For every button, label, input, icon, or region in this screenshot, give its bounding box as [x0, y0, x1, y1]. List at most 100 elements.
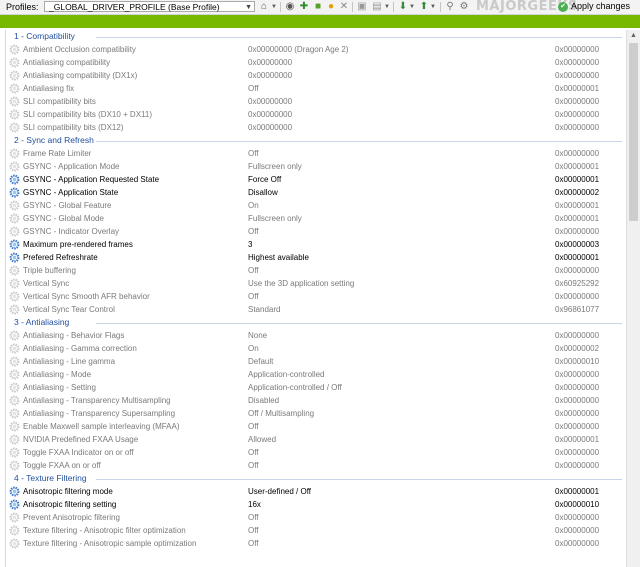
section-header[interactable]: 1 - Compatibility: [6, 30, 626, 43]
setting-row[interactable]: GSYNC - Application Mode Fullscreen only 0…: [6, 160, 626, 173]
setting-value[interactable]: Disallow: [248, 186, 278, 199]
export-dropdown-icon[interactable]: ▼: [408, 1, 416, 13]
setting-row[interactable]: Enable Maxwell sample interleaving (MFAA…: [6, 420, 626, 433]
section-header[interactable]: 3 - Antialiasing: [6, 316, 626, 329]
setting-row[interactable]: Antialiasing - Mode Application-controlle…: [6, 368, 626, 381]
setting-value[interactable]: On: [248, 199, 259, 212]
setting-row[interactable]: Vertical Sync Tear Control Standard 0x9686…: [6, 303, 626, 316]
setting-hex-value: 0x00000000: [555, 227, 600, 236]
setting-row[interactable]: GSYNC - Global Mode Fullscreen only 0x0000…: [6, 212, 626, 225]
settings-list[interactable]: 1 - Compatibility Ambient Occlusion compa…: [5, 30, 626, 567]
scroll-up-icon[interactable]: ▲: [627, 30, 640, 42]
setting-value[interactable]: 3: [248, 238, 252, 251]
setting-value[interactable]: Standard: [248, 303, 280, 316]
home-dropdown-icon[interactable]: ▼: [270, 1, 278, 13]
setting-row[interactable]: Toggle FXAA on or off Off 0x00000000: [6, 459, 626, 472]
setting-row[interactable]: GSYNC - Indicator Overlay Off 0x00000000: [6, 225, 626, 238]
setting-row[interactable]: Antialiasing compatibility 0x00000000 0x00…: [6, 56, 626, 69]
profile-select[interactable]: _GLOBAL_DRIVER_PROFILE (Base Profile) ▼: [44, 1, 255, 12]
section-header[interactable]: 2 - Sync and Refresh: [6, 134, 626, 147]
setting-row[interactable]: Prefered Refreshrate Highest available 0x0…: [6, 251, 626, 264]
setting-value[interactable]: Off: [248, 446, 259, 459]
setting-value[interactable]: Fullscreen only: [248, 160, 302, 173]
setting-value[interactable]: Highest available: [248, 251, 309, 264]
setting-value[interactable]: Application-controlled / Off: [248, 381, 342, 394]
setting-value[interactable]: 0x00000000: [248, 121, 292, 134]
setting-row[interactable]: Antialiasing compatibility (DX1x) 0x00000…: [6, 69, 626, 82]
setting-value[interactable]: Off: [248, 290, 259, 303]
setting-value[interactable]: Off / Multisampling: [248, 407, 314, 420]
setting-value[interactable]: Off: [248, 264, 259, 277]
setting-row[interactable]: Triple buffering Off 0x00000000: [6, 264, 626, 277]
setting-row[interactable]: Ambient Occlusion compatibility 0x0000000…: [6, 43, 626, 56]
setting-row[interactable]: Antialiasing - Gamma correction On 0x00000…: [6, 342, 626, 355]
setting-value[interactable]: User-defined / Off: [248, 485, 311, 498]
setting-value[interactable]: Disabled: [248, 394, 279, 407]
scan-icon[interactable]: ⚙: [458, 1, 470, 13]
scroll-thumb[interactable]: [629, 43, 638, 221]
setting-value[interactable]: Off: [248, 420, 259, 433]
search-icon[interactable]: ⚲: [444, 1, 456, 13]
setting-value[interactable]: 0x00000000 (Dragon Age 2): [248, 43, 349, 56]
setting-value[interactable]: Application-controlled: [248, 368, 325, 381]
setting-value[interactable]: Off: [248, 82, 259, 95]
setting-value[interactable]: Allowed: [248, 433, 276, 446]
setting-row[interactable]: Maximum pre-rendered frames 3 0x00000003: [6, 238, 626, 251]
apply-changes-button[interactable]: ✔ Apply changes: [558, 0, 640, 13]
setting-value[interactable]: None: [248, 329, 267, 342]
setting-row[interactable]: Anisotropic filtering setting 16x 0x000000…: [6, 498, 626, 511]
setting-row[interactable]: Prevent Anisotropic filtering Off 0x000000…: [6, 511, 626, 524]
chevron-down-icon[interactable]: ▼: [245, 2, 252, 13]
settings-icon[interactable]: ▤: [371, 1, 383, 13]
setting-row[interactable]: Texture filtering - Anisotropic sample o…: [6, 537, 626, 550]
vertical-scrollbar[interactable]: ▲: [626, 30, 640, 567]
delete-icon[interactable]: ✕: [338, 1, 350, 13]
setting-value[interactable]: On: [248, 342, 259, 355]
add-profile-icon[interactable]: ■: [312, 1, 324, 13]
setting-value[interactable]: Off: [248, 225, 259, 238]
star-icon[interactable]: ●: [325, 1, 337, 13]
setting-value[interactable]: Force Off: [248, 173, 281, 186]
setting-row[interactable]: Toggle FXAA Indicator on or off Off 0x0000…: [6, 446, 626, 459]
nvidia-icon[interactable]: ◉: [284, 1, 296, 13]
setting-row[interactable]: SLI compatibility bits (DX10 + DX11) 0x00…: [6, 108, 626, 121]
settings-dropdown-icon[interactable]: ▼: [383, 1, 391, 13]
setting-value[interactable]: Off: [248, 537, 259, 550]
setting-value[interactable]: 0x00000000: [248, 69, 292, 82]
setting-row[interactable]: Anisotropic filtering mode User-defined /…: [6, 485, 626, 498]
setting-value[interactable]: 0x00000000: [248, 95, 292, 108]
section-divider: [96, 141, 622, 142]
setting-row[interactable]: Antialiasing - Setting Application-contro…: [6, 381, 626, 394]
setting-row[interactable]: GSYNC - Global Feature On 0x00000001: [6, 199, 626, 212]
setting-row[interactable]: SLI compatibility bits 0x00000000 0x000000…: [6, 95, 626, 108]
setting-value[interactable]: 0x00000000: [248, 56, 292, 69]
setting-row[interactable]: GSYNC - Application Requested State Force…: [6, 173, 626, 186]
setting-row[interactable]: Frame Rate Limiter Off 0x00000000: [6, 147, 626, 160]
setting-row[interactable]: Antialiasing fix Off 0x00000001: [6, 82, 626, 95]
setting-value[interactable]: 16x: [248, 498, 261, 511]
setting-name: Antialiasing fix: [23, 84, 75, 93]
setting-value[interactable]: 0x00000000: [248, 108, 292, 121]
setting-row[interactable]: Texture filtering - Anisotropic filter o…: [6, 524, 626, 537]
setting-row[interactable]: Antialiasing - Transparency Supersamplin…: [6, 407, 626, 420]
setting-value[interactable]: Off: [248, 511, 259, 524]
import-dropdown-icon[interactable]: ▼: [429, 1, 437, 13]
setting-row[interactable]: Vertical Sync Use the 3D application sett…: [6, 277, 626, 290]
add-application-icon[interactable]: ✚: [298, 1, 310, 13]
setting-row[interactable]: NVIDIA Predefined FXAA Usage Allowed 0x000…: [6, 433, 626, 446]
setting-row[interactable]: Vertical Sync Smooth AFR behavior Off 0x00…: [6, 290, 626, 303]
setting-row[interactable]: GSYNC - Application State Disallow 0x00000…: [6, 186, 626, 199]
setting-value[interactable]: Use the 3D application setting: [248, 277, 354, 290]
setting-row[interactable]: SLI compatibility bits (DX12) 0x00000000 0…: [6, 121, 626, 134]
setting-value[interactable]: Off: [248, 459, 259, 472]
setting-row[interactable]: Antialiasing - Transparency Multisamplin…: [6, 394, 626, 407]
setting-value[interactable]: Default: [248, 355, 273, 368]
setting-row[interactable]: Antialiasing - Behavior Flags None 0x00000…: [6, 329, 626, 342]
setting-value[interactable]: Off: [248, 524, 259, 537]
setting-value[interactable]: Off: [248, 147, 259, 160]
setting-row[interactable]: Antialiasing - Line gamma Default 0x000000…: [6, 355, 626, 368]
home-icon[interactable]: ⌂: [258, 1, 270, 13]
section-header[interactable]: 4 - Texture Filtering: [6, 472, 626, 485]
image-icon[interactable]: ▣: [356, 1, 368, 13]
setting-value[interactable]: Fullscreen only: [248, 212, 302, 225]
